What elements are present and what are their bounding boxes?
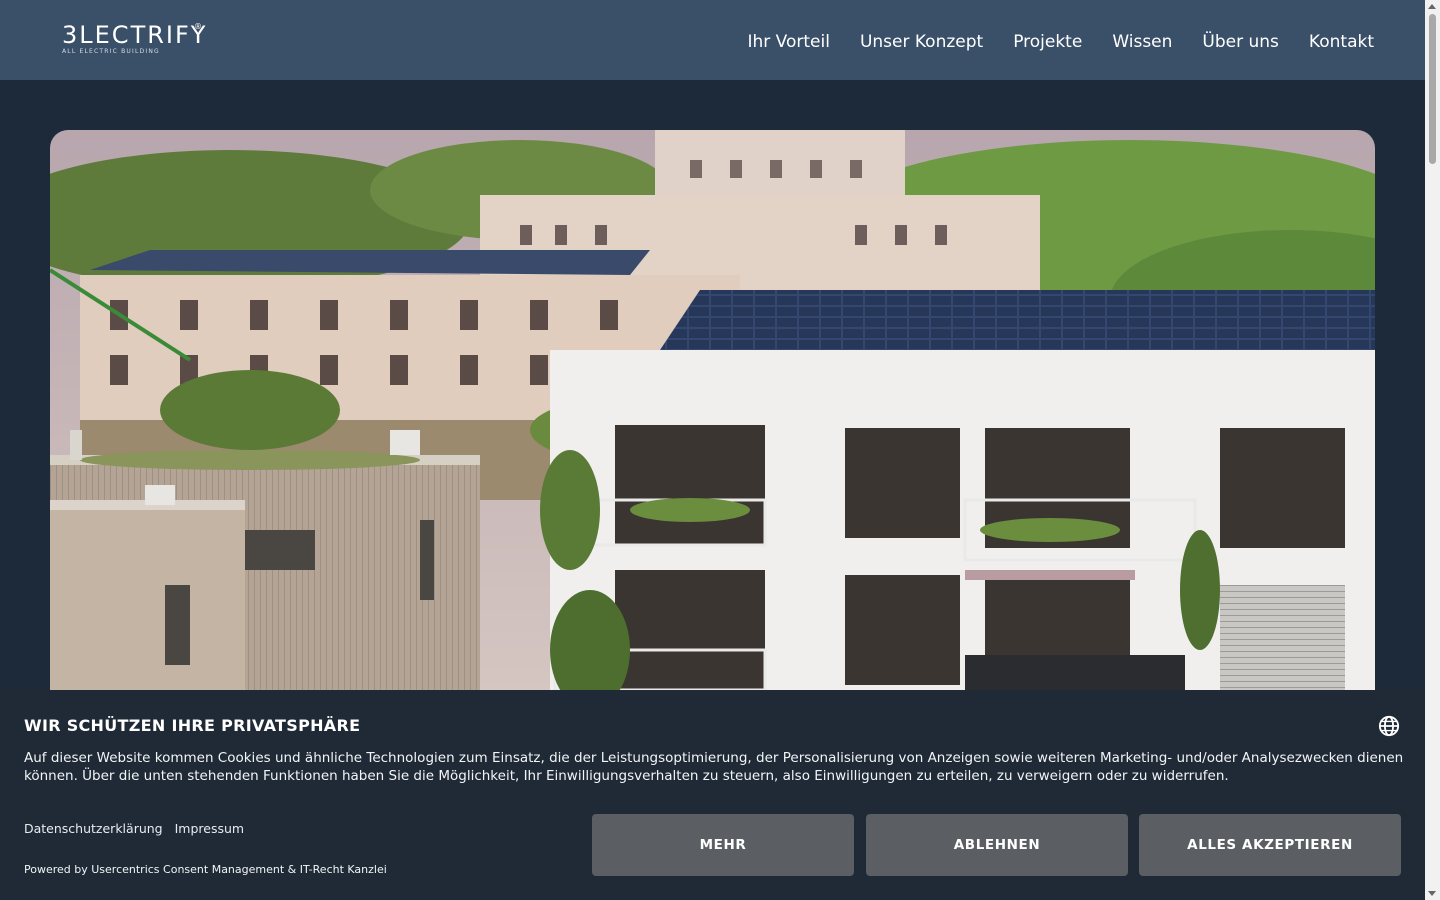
accept-all-button[interactable]: ALLES AKZEPTIEREN — [1139, 814, 1401, 876]
logo-registered-mark: ® — [194, 22, 202, 31]
nav-unser-konzept[interactable]: Unser Konzept — [860, 30, 983, 54]
consent-description: Auf dieser Website kommen Cookies und äh… — [24, 750, 1404, 784]
page-scrollbar[interactable] — [1425, 0, 1440, 900]
logo-tagline: ALL ELECTRIC BUILDING — [62, 48, 160, 55]
cookie-consent-banner: WIR SCHÜTZEN IHRE PRIVATSPHÄRE Auf diese… — [0, 690, 1425, 900]
consent-title: WIR SCHÜTZEN IHRE PRIVATSPHÄRE — [24, 716, 361, 735]
nav-kontakt[interactable]: Kontakt — [1309, 30, 1374, 54]
logo-wordmark: 3LECTRIFY — [62, 21, 208, 49]
scroll-thumb[interactable] — [1429, 14, 1436, 164]
brand-logo[interactable]: 3LECTRIFY ® ALL ELECTRIC BUILDING — [62, 22, 207, 55]
scroll-down-arrow-icon[interactable] — [1428, 891, 1436, 896]
nav-wissen[interactable]: Wissen — [1112, 30, 1172, 54]
globe-icon[interactable] — [1378, 715, 1400, 737]
more-button[interactable]: MEHR — [592, 814, 854, 876]
scroll-up-arrow-icon[interactable] — [1428, 4, 1436, 9]
imprint-link[interactable]: Impressum — [175, 821, 244, 836]
consent-links: Datenschutzerklärung Impressum — [24, 821, 244, 836]
main-navigation: Ihr Vorteil Unser Konzept Projekte Wisse… — [747, 30, 1374, 54]
nav-projekte[interactable]: Projekte — [1013, 30, 1082, 54]
site-header: 3LECTRIFY ® ALL ELECTRIC BUILDING Ihr Vo… — [0, 0, 1425, 80]
nav-ueber-uns[interactable]: Über uns — [1202, 30, 1279, 54]
hero-image — [50, 130, 1375, 730]
solar-buildings-illustration — [50, 130, 1375, 730]
powered-by-text: Powered by Usercentrics Consent Manageme… — [24, 863, 387, 876]
deny-button[interactable]: ABLEHNEN — [866, 814, 1128, 876]
privacy-policy-link[interactable]: Datenschutzerklärung — [24, 821, 163, 836]
nav-ihr-vorteil[interactable]: Ihr Vorteil — [747, 30, 829, 54]
